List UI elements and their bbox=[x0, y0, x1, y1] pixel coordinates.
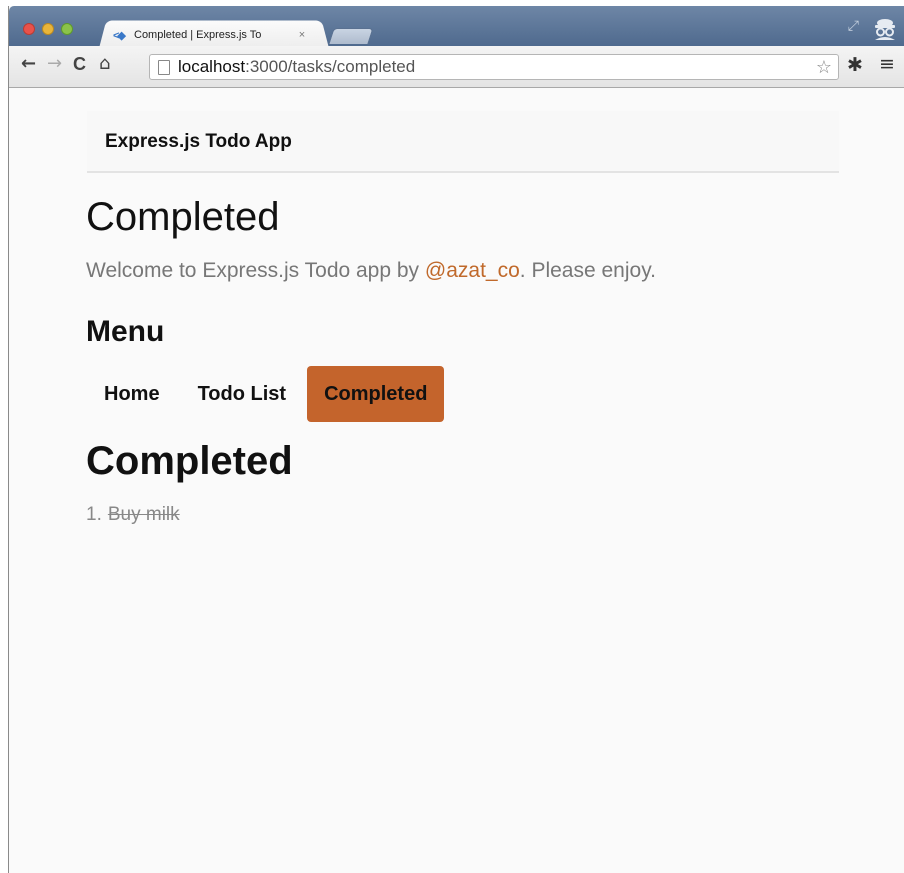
menu-item-home[interactable]: Home bbox=[87, 366, 177, 422]
list-item: 1. Buy milk bbox=[86, 504, 180, 526]
home-icon[interactable]: ⌂ bbox=[99, 54, 110, 74]
page-content: Express.js Todo App Completed Welcome to… bbox=[9, 89, 904, 873]
page-title: Completed bbox=[86, 195, 280, 239]
browser-window: <◆ Completed | Express.js To × ⤢ ← → C ⌂… bbox=[8, 6, 904, 873]
author-link[interactable]: @azat_co bbox=[425, 259, 520, 282]
tab-title: Completed | Express.js To bbox=[134, 29, 262, 41]
menu-icon[interactable]: ≡ bbox=[879, 53, 895, 75]
welcome-text: Welcome to Express.js Todo app by @azat_… bbox=[86, 259, 656, 283]
browser-toolbar: ← → C ⌂ localhost:3000/tasks/completed ☆… bbox=[9, 46, 904, 88]
url-host: localhost bbox=[178, 57, 246, 76]
forward-icon[interactable]: → bbox=[47, 54, 62, 74]
fullscreen-icon[interactable]: ⤢ bbox=[848, 18, 859, 34]
zoom-window-button[interactable] bbox=[61, 23, 73, 35]
url-text[interactable]: localhost:3000/tasks/completed bbox=[178, 57, 415, 77]
back-icon[interactable]: ← bbox=[21, 54, 36, 74]
tab-content[interactable]: <◆ Completed | Express.js To × bbox=[113, 25, 323, 45]
welcome-suffix: . Please enjoy. bbox=[519, 259, 656, 282]
new-tab-button[interactable] bbox=[328, 28, 374, 44]
section-title: Completed bbox=[86, 439, 293, 483]
task-name: Buy milk bbox=[107, 504, 180, 525]
brand-link[interactable]: Express.js Todo App bbox=[105, 131, 292, 153]
welcome-prefix: Welcome to Express.js Todo app by bbox=[86, 259, 425, 282]
address-bar[interactable]: localhost:3000/tasks/completed ☆ bbox=[149, 54, 839, 80]
tab-strip: <◆ Completed | Express.js To × ⤢ bbox=[9, 6, 904, 47]
close-window-button[interactable] bbox=[23, 23, 35, 35]
page-icon bbox=[158, 59, 170, 75]
menu-item-todo-list[interactable]: Todo List bbox=[181, 366, 304, 422]
task-number: 1. bbox=[86, 504, 102, 525]
url-path: :3000/tasks/completed bbox=[245, 57, 416, 76]
extension-gear-icon[interactable]: ✱ bbox=[847, 54, 863, 76]
bookmark-star-icon[interactable]: ☆ bbox=[816, 57, 832, 78]
minimize-window-button[interactable] bbox=[42, 23, 54, 35]
task-list: 1. Buy milk bbox=[86, 504, 180, 526]
menu-nav: Home Todo List Completed bbox=[87, 366, 445, 422]
incognito-icon bbox=[871, 14, 899, 42]
menu-heading: Menu bbox=[86, 315, 165, 348]
menu-item-completed[interactable]: Completed bbox=[307, 366, 445, 422]
favicon-icon: <◆ bbox=[113, 29, 126, 42]
navbar: Express.js Todo App bbox=[87, 111, 839, 173]
reload-icon[interactable]: C bbox=[73, 54, 86, 74]
tab-close-icon[interactable]: × bbox=[297, 29, 307, 41]
